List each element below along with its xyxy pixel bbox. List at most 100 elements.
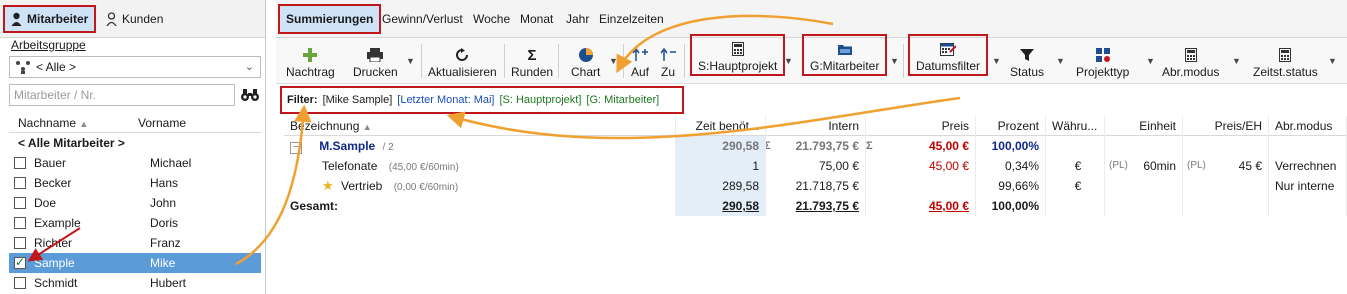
row-checkbox[interactable] (14, 177, 26, 189)
panel-tabs: Mitarbeiter Kunden (0, 0, 265, 38)
separator (684, 44, 685, 78)
employee-list-header: Nachname ▲ Vorname (9, 113, 261, 133)
calculator-icon (731, 42, 744, 56)
employee-row[interactable]: Example Doris (9, 213, 261, 233)
employee-row[interactable]: Becker Hans (9, 173, 261, 193)
chart-dropdown-icon[interactable]: ▼ (609, 56, 618, 66)
filter-month[interactable]: [Letzter Monat: Mai] (397, 94, 494, 106)
auf-button[interactable]: Auf (631, 42, 649, 80)
row-tel-currency: € (1046, 156, 1105, 176)
nachtrag-button[interactable]: Nachtrag (286, 42, 335, 80)
filter-group[interactable]: [G: Mitarbeiter] (586, 94, 659, 106)
col-vorname[interactable]: Vorname (129, 113, 259, 132)
refresh-icon (456, 48, 469, 61)
row-checkbox[interactable] (14, 217, 26, 229)
separator (623, 44, 624, 78)
row-total-percent: 100,00% (976, 196, 1046, 216)
employee-row[interactable]: Bauer Michael (9, 153, 261, 173)
tab-woche[interactable]: Woche (473, 12, 510, 26)
project-type-icon (1095, 48, 1110, 62)
projekttyp-button[interactable]: Projekttyp (1076, 42, 1129, 80)
datumsfilter-button[interactable]: Datumsfilter (908, 34, 989, 76)
col-abrmodus[interactable]: Abr.modus (1269, 116, 1347, 136)
drucken-dropdown-icon[interactable]: ▼ (406, 56, 415, 66)
tab-kunden-label: Kunden (122, 12, 164, 26)
tab-kunden[interactable]: Kunden (100, 5, 169, 33)
row-checkbox[interactable] (14, 237, 26, 249)
zeitststatus-dropdown-icon[interactable]: ▼ (1328, 56, 1337, 66)
abrmodus-dropdown-icon[interactable]: ▼ (1232, 56, 1241, 66)
mitarbeiter-dropdown-icon[interactable]: ▼ (890, 56, 899, 66)
binoculars-icon[interactable] (240, 86, 260, 104)
filter-main[interactable]: [S: Hauptprojekt] (499, 94, 581, 106)
datumsfilter-dropdown-icon[interactable]: ▼ (992, 56, 1001, 66)
table-row-telefonate[interactable]: Telefonate (45,00 €/60min) 1 75,00 € 45,… (284, 156, 1347, 176)
drucken-button[interactable]: Drucken (353, 42, 398, 80)
separator (504, 44, 505, 78)
employee-row[interactable]: Schmidt Hubert (9, 273, 261, 293)
separator (903, 44, 904, 78)
zu-button[interactable]: Zu (660, 42, 676, 80)
row-sample-name: M.Sample (319, 139, 376, 153)
tab-jahr[interactable]: Jahr (566, 12, 589, 26)
col-preis[interactable]: Preis (866, 116, 976, 136)
filter-label: Filter: (287, 94, 318, 106)
projekttyp-dropdown-icon[interactable]: ▼ (1146, 56, 1155, 66)
view-tabs: Summierungen Gewinn/Verlust Woche Monat … (276, 0, 1347, 38)
row-tel-percent: 0,34% (976, 156, 1046, 176)
all-employees-row[interactable]: < Alle Mitarbeiter > (9, 133, 261, 153)
zeitststatus-button[interactable]: Zeitst.status (1253, 42, 1318, 80)
employee-row[interactable]: Doe John (9, 193, 261, 213)
table-row-vertrieb[interactable]: ★ Vertrieb (0,00 €/60min) 289,58 21.718,… (284, 176, 1347, 196)
col-intern[interactable]: Intern (766, 116, 866, 136)
person-icon (11, 12, 22, 26)
workgroup-select[interactable]: < Alle > ⌄ (9, 56, 261, 78)
status-dropdown-icon[interactable]: ▼ (1056, 56, 1065, 66)
runden-button[interactable]: Σ Runden (511, 42, 553, 80)
row-tel-price: 45,00 € (866, 156, 976, 176)
tab-mitarbeiter[interactable]: Mitarbeiter (3, 5, 97, 33)
table-row-total[interactable]: Gesamt: 290,58 21.793,75 € 45,00 € 100,0… (284, 196, 1347, 216)
row-tel-intern: 75,00 € (766, 156, 866, 176)
row-vertrieb-time: 289,58 (676, 176, 766, 196)
star-icon: ★ (322, 178, 334, 193)
right-panel: Summierungen Gewinn/Verlust Woche Monat … (276, 0, 1347, 294)
tab-summierungen[interactable]: Summierungen (278, 4, 382, 34)
workgroup-value: < Alle > (36, 60, 77, 74)
row-checkbox[interactable] (14, 157, 26, 169)
tab-monat[interactable]: Monat (520, 12, 553, 26)
hauptprojekt-dropdown-icon[interactable]: ▼ (784, 56, 793, 66)
row-tel-time: 1 (676, 156, 766, 176)
chart-button[interactable]: Chart (571, 42, 600, 80)
row-checkbox[interactable] (14, 277, 26, 289)
collapse-toggle-icon[interactable]: − (290, 142, 302, 154)
aktualisieren-button[interactable]: Aktualisieren (428, 42, 497, 80)
col-waehrung[interactable]: Währu... (1046, 116, 1105, 136)
employee-search-input[interactable] (9, 84, 235, 106)
grid-header: Bezeichnung ▲ Zeit benöt... Intern Preis… (284, 116, 1347, 136)
row-checkbox[interactable] (14, 197, 26, 209)
row-vertrieb-currency: € (1046, 176, 1105, 196)
filter-person: [Mike Sample] (322, 94, 393, 106)
col-prozent[interactable]: Prozent (976, 116, 1046, 136)
col-bezeichnung[interactable]: Bezeichnung ▲ (284, 116, 676, 136)
employee-row-selected[interactable]: SampleMike (9, 253, 261, 273)
row-sample-intern: Σ21.793,75 € (766, 136, 866, 156)
tab-gewinn-verlust[interactable]: Gewinn/Verlust (382, 12, 463, 26)
abrmodus-button[interactable]: Abr.modus (1162, 42, 1219, 80)
row-total-name: Gesamt: (284, 196, 676, 216)
collapse-icon (660, 48, 676, 61)
hauptprojekt-button[interactable]: S:Hauptprojekt (690, 34, 786, 76)
pie-chart-icon (578, 48, 593, 62)
col-zeit[interactable]: Zeit benöt... (676, 116, 766, 136)
mitarbeiter-group-button[interactable]: G:Mitarbeiter (802, 34, 888, 76)
status-button[interactable]: Status (1010, 42, 1044, 80)
col-nachname[interactable]: Nachname ▲ (9, 113, 129, 132)
plus-icon (303, 48, 318, 62)
row-checkbox-checked[interactable] (14, 255, 26, 269)
table-row-sample[interactable]: − M.Sample / 2 290,58 Σ21.793,75 € Σ45,0… (284, 136, 1347, 156)
col-einheit[interactable]: Einheit (1105, 116, 1183, 136)
employee-row[interactable]: Richter Franz (9, 233, 261, 253)
col-preis-eh[interactable]: Preis/EH (1183, 116, 1269, 136)
tab-einzelzeiten[interactable]: Einzelzeiten (599, 12, 664, 26)
